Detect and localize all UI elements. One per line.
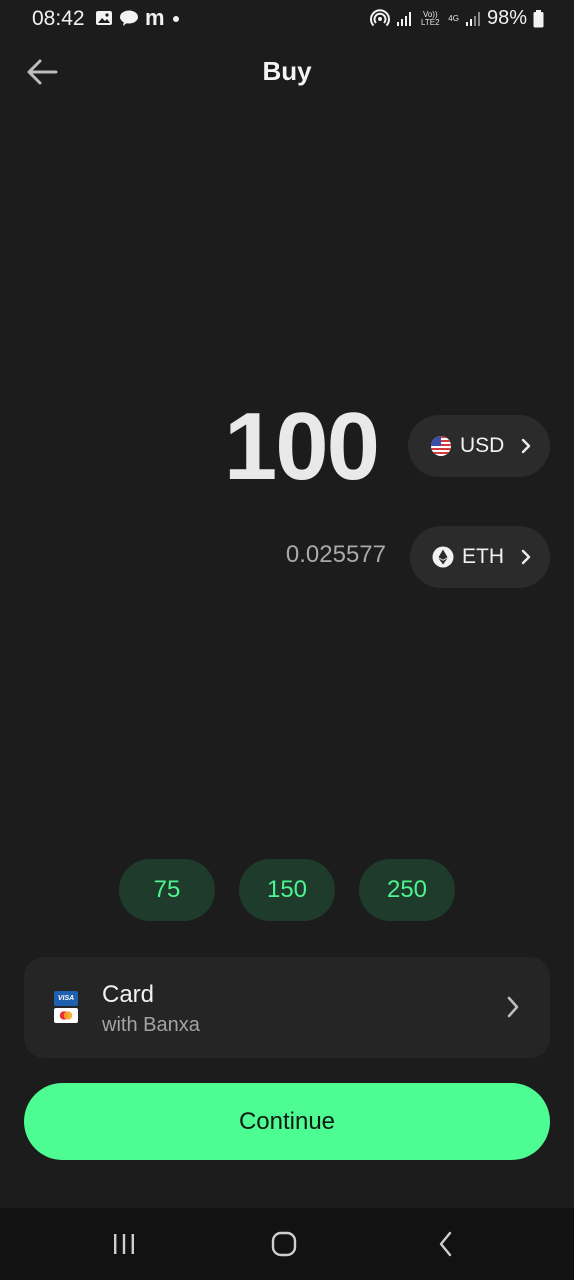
signal-icon xyxy=(397,11,412,26)
payment-method-selector[interactable]: VISA Card with Banxa xyxy=(24,957,550,1058)
m-app-icon: m xyxy=(145,5,165,30)
system-navigation-bar xyxy=(0,1208,574,1280)
chevron-right-icon xyxy=(521,438,531,454)
chevron-right-icon xyxy=(521,549,531,565)
us-flag-icon xyxy=(431,436,451,456)
payment-method-title: Card xyxy=(102,981,155,1008)
mastercard-icon xyxy=(54,1008,78,1023)
crypto-currency-label: ETH xyxy=(462,545,504,568)
quick-amount-row: 75 150 250 xyxy=(0,859,574,921)
dot-icon xyxy=(172,16,179,22)
quick-amount-button[interactable]: 150 xyxy=(239,859,335,921)
fiat-amount-value[interactable]: 100 xyxy=(224,392,380,502)
page-title: Buy xyxy=(262,56,312,86)
home-icon xyxy=(271,1231,297,1257)
chat-bubble-icon xyxy=(120,10,138,26)
quick-amount-button[interactable]: 250 xyxy=(359,859,455,921)
chevron-left-icon xyxy=(439,1231,452,1257)
recent-apps-button[interactable] xyxy=(104,1228,144,1260)
visa-icon: VISA xyxy=(54,991,78,1006)
network-type-label: 4G xyxy=(448,13,459,23)
battery-percent: 98% xyxy=(486,7,527,29)
battery-icon xyxy=(533,9,544,27)
fiat-currency-label: USD xyxy=(460,434,505,457)
status-time: 08:42 xyxy=(32,7,85,30)
ethereum-icon xyxy=(432,546,454,568)
crypto-amount-value: 0.025577 xyxy=(285,541,386,568)
continue-button[interactable]: Continue xyxy=(24,1083,550,1160)
volte-label: Vo)) LTE2 xyxy=(421,9,440,27)
signal-2-icon xyxy=(465,11,480,26)
image-icon xyxy=(96,11,112,25)
fiat-currency-selector[interactable]: USD xyxy=(408,415,550,477)
card-brand-icons: VISA xyxy=(54,991,78,1023)
status-bar: 08:42 m Vo)) LTE2 4G 98% xyxy=(0,0,574,40)
hotspot-icon xyxy=(370,8,391,26)
back-nav-button[interactable] xyxy=(426,1228,466,1260)
crypto-currency-selector[interactable]: ETH xyxy=(410,526,550,588)
recent-apps-icon xyxy=(114,1234,134,1254)
notification-icons: m xyxy=(95,5,181,30)
home-button[interactable] xyxy=(264,1228,304,1260)
chevron-right-icon xyxy=(507,996,519,1018)
system-status: Vo)) LTE2 4G 98% xyxy=(370,7,544,30)
quick-amount-button[interactable]: 75 xyxy=(119,859,215,921)
payment-method-subtitle: with Banxa xyxy=(102,1014,200,1036)
